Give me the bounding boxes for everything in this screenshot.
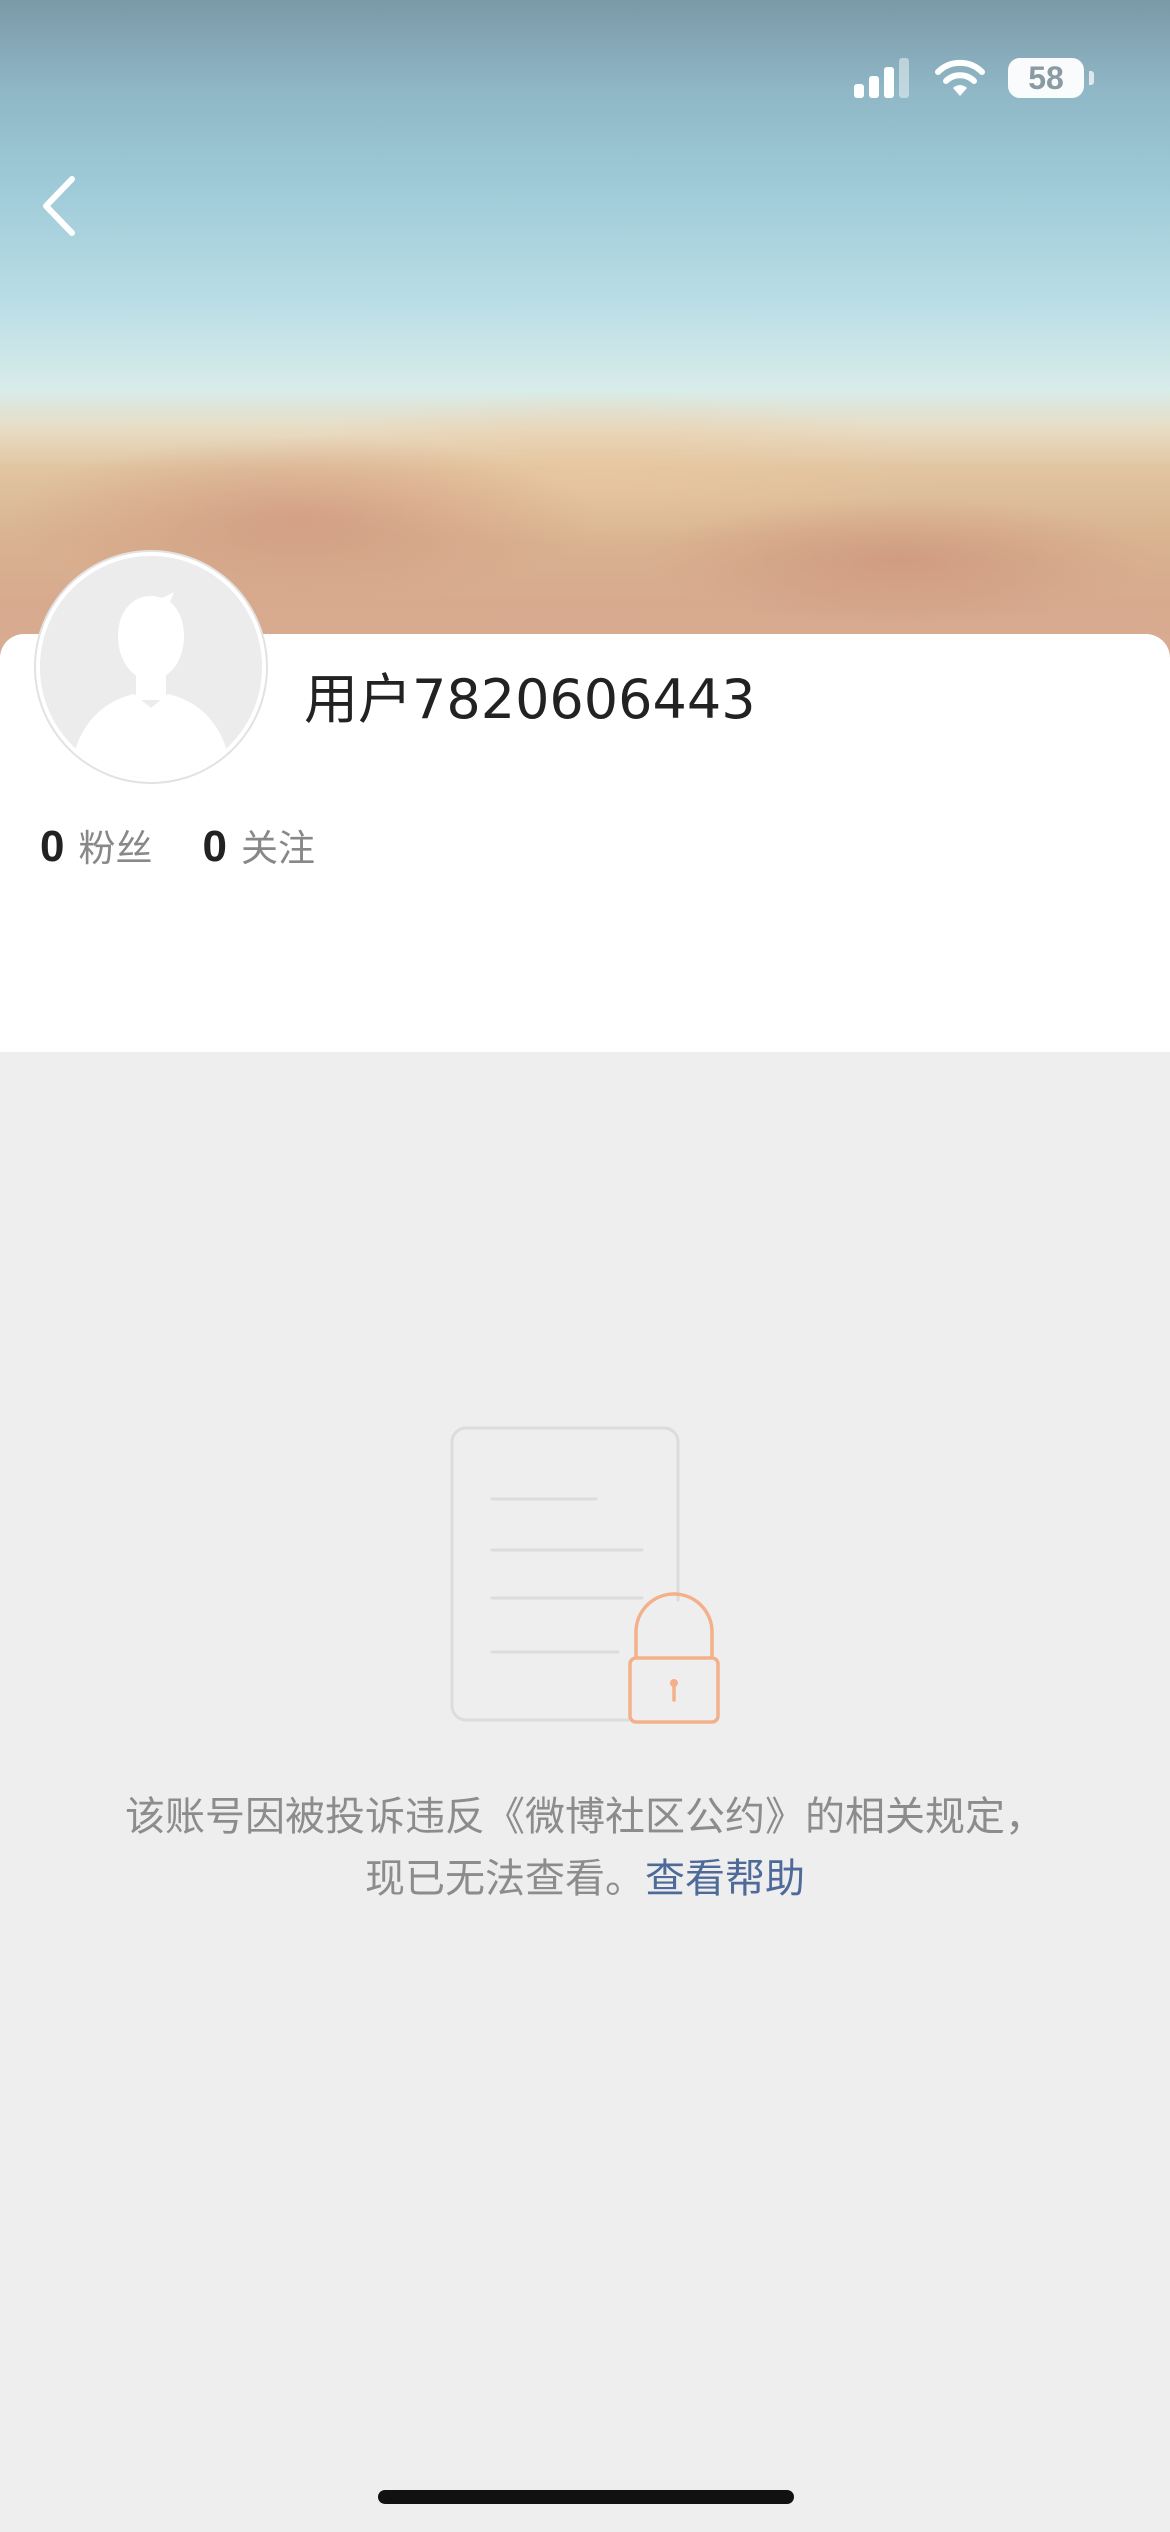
followers-label: 粉丝 [78, 827, 153, 870]
following-stat[interactable]: 0 关注 [202, 818, 314, 872]
help-link[interactable]: 查看帮助 [645, 1856, 805, 1902]
followers-stat[interactable]: 0 粉丝 [40, 818, 152, 872]
wifi-icon [935, 59, 985, 96]
battery-icon: 58 [1008, 58, 1094, 98]
account-restricted-notice: 该账号因被投诉违反《微博社区公约》的相关规定，现已无法查看。查看帮助 [110, 1786, 1060, 1910]
home-indicator[interactable] [378, 2490, 794, 2504]
profile-stats: 0 粉丝 0 关注 [40, 818, 315, 872]
followers-count: 0 [40, 822, 65, 871]
chevron-left-icon [43, 176, 75, 236]
cellular-signal-icon [854, 58, 909, 98]
avatar[interactable] [36, 552, 266, 782]
locked-document-icon [448, 1424, 728, 1728]
status-bar: 58 [854, 50, 1094, 106]
battery-level: 58 [1008, 58, 1084, 98]
back-button[interactable] [28, 168, 88, 244]
default-avatar-icon [40, 556, 262, 778]
following-label: 关注 [240, 827, 315, 870]
username: 用户7820606443 [304, 668, 756, 731]
notice-message: 该账号因被投诉违反《微博社区公约》的相关规定，现已无法查看。 [125, 1794, 1045, 1902]
following-count: 0 [202, 822, 227, 871]
